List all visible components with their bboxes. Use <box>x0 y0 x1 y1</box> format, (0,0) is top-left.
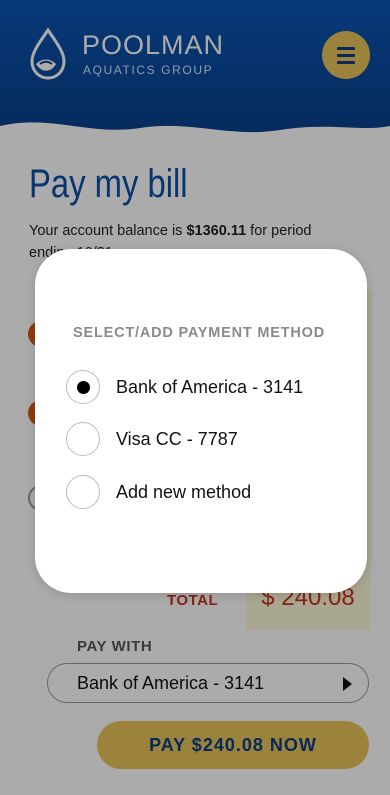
payment-method-dialog: SELECT/ADD PAYMENT METHOD Bank of Americ… <box>35 249 367 593</box>
radio-button[interactable] <box>66 370 100 404</box>
payment-option-add-new[interactable]: Add new method <box>66 474 356 510</box>
radio-button[interactable] <box>66 475 100 509</box>
payment-option-visa[interactable]: Visa CC - 7787 <box>66 421 356 457</box>
radio-selected-dot <box>76 380 90 394</box>
option-label: Visa CC - 7787 <box>116 428 238 449</box>
dialog-title: SELECT/ADD PAYMENT METHOD <box>73 325 326 341</box>
payment-option-bank-of-america[interactable]: Bank of America - 3141 <box>66 369 356 405</box>
option-label: Add new method <box>116 481 252 502</box>
option-label: Bank of America - 3141 <box>116 376 304 397</box>
radio-button[interactable] <box>66 422 100 456</box>
